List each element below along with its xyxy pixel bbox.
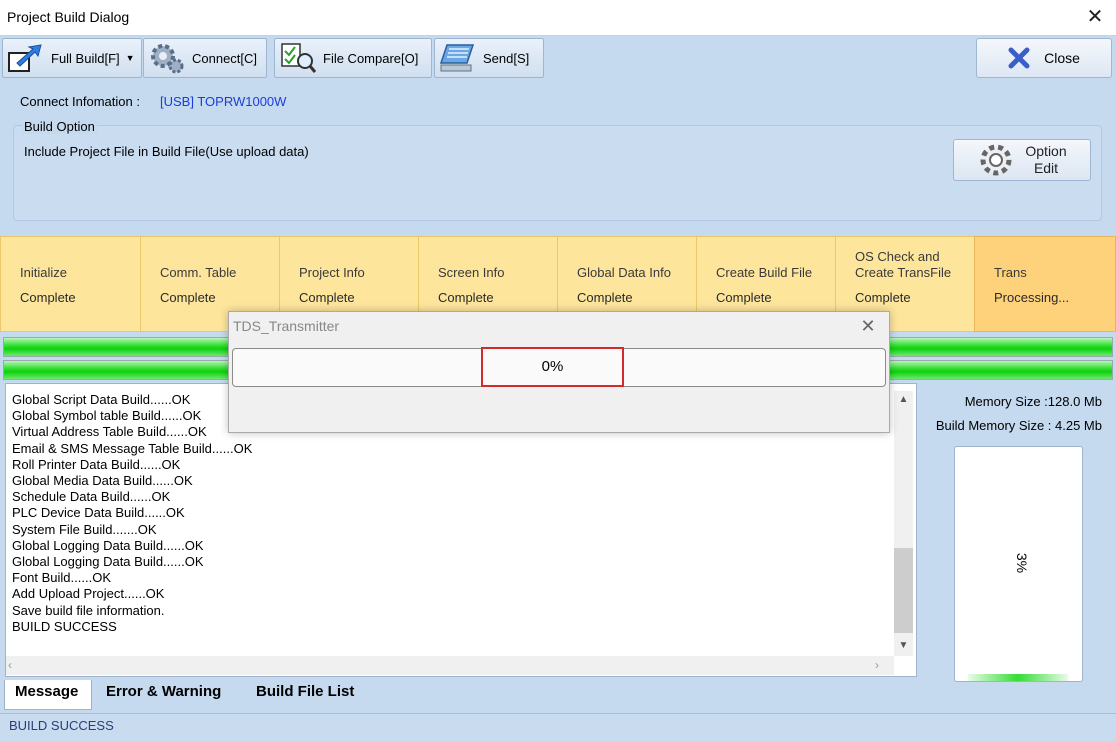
log-line: Virtual Address Table Build......OK [12, 424, 207, 440]
close-icon [1008, 47, 1030, 69]
connect-info-value: [USB] TOPRW1000W [160, 94, 287, 109]
full-build-icon [8, 44, 42, 72]
option-edit-label: Option Edit [1025, 143, 1066, 177]
build-memory-size: Build Memory Size : 4.25 Mb [935, 418, 1102, 433]
step-name: Create Build File [716, 265, 813, 280]
file-compare-button[interactable]: File Compare[O] [274, 38, 432, 78]
step-status: Complete [160, 290, 216, 305]
popup-close-icon[interactable]: ✕ [856, 314, 880, 338]
log-line: Add Upload Project......OK [12, 586, 165, 602]
scroll-left-icon[interactable]: ‹ [8, 656, 22, 675]
log-line: PLC Device Data Build......OK [12, 505, 185, 521]
scroll-right-icon[interactable]: › [875, 656, 889, 675]
status-text: BUILD SUCCESS [9, 718, 114, 733]
log-line: Global Logging Data Build......OK [12, 554, 204, 570]
log-line: Global Symbol table Build......OK [12, 408, 202, 424]
log-line: Font Build......OK [12, 570, 111, 586]
step-status: Complete [577, 290, 633, 305]
window-close-button[interactable]: ✕ [1082, 4, 1108, 30]
send-icon [439, 44, 475, 72]
scroll-up-icon[interactable]: ▲ [894, 391, 913, 408]
step-name: Project Info [299, 265, 365, 280]
step-name: Initialize [20, 265, 67, 280]
step-name: Global Data Info [577, 265, 671, 280]
step-name: Comm. Table [160, 265, 237, 280]
memory-percent: 3% [1014, 552, 1030, 574]
connect-label: Connect[C] [192, 50, 258, 66]
window-title: Project Build Dialog [7, 9, 130, 25]
close-label: Close [1044, 50, 1080, 66]
scroll-down-icon[interactable]: ▼ [894, 637, 913, 654]
tab-message[interactable]: Message [4, 680, 92, 710]
send-label: Send[S] [483, 50, 530, 66]
close-button[interactable]: Close [976, 38, 1112, 78]
transmit-progress-label: 0% [541, 358, 564, 375]
step-name: Screen Info [438, 265, 505, 280]
option-edit-line2: Edit [1033, 160, 1059, 176]
build-option-description: Include Project File in Build File(Use u… [24, 144, 309, 159]
step-status: Complete [299, 290, 355, 305]
log-line: System File Build.......OK [12, 521, 157, 537]
step-name: Trans [994, 265, 1027, 280]
gear-icon [151, 44, 184, 74]
file-compare-label: File Compare[O] [323, 50, 419, 66]
build-option-group [13, 125, 1102, 221]
popup-title: TDS_Transmitter [233, 318, 340, 334]
log-line: Roll Printer Data Build......OK [12, 456, 181, 472]
log-lines: Global Script Data Build......OK Global S… [12, 392, 252, 635]
step-name: OS Check and Create TransFile [855, 249, 951, 281]
tab-build-file-list[interactable]: Build File List [246, 680, 364, 710]
gear-icon [980, 144, 1012, 176]
tab-error-warning[interactable]: Error & Warning [96, 680, 231, 710]
full-build-button[interactable]: Full Build[F] ▼ [2, 38, 142, 78]
status-bar [0, 713, 1116, 741]
log-line: Global Script Data Build......OK [12, 392, 191, 407]
step-status: Complete [438, 290, 494, 305]
step-name-line1: OS Check and [855, 249, 940, 264]
memory-gauge-fill [968, 674, 1068, 681]
horizontal-scrollbar[interactable] [6, 656, 894, 675]
title-bar [0, 0, 1116, 36]
option-edit-button[interactable]: Option Edit [953, 139, 1091, 181]
send-button[interactable]: Send[S] [434, 38, 544, 78]
scrollbar-thumb[interactable] [894, 548, 913, 633]
full-build-label: Full Build[F] [51, 50, 120, 66]
step-status: Complete [20, 290, 76, 305]
log-line: Global Logging Data Build......OK [12, 537, 204, 553]
build-option-title: Build Option [22, 119, 97, 134]
step-initialize: Initialize Complete [0, 236, 141, 332]
option-edit-line1: Option [1025, 143, 1067, 159]
log-line: Schedule Data Build......OK [12, 489, 171, 505]
log-line: Global Media Data Build......OK [12, 473, 193, 489]
step-name-line2: Create TransFile [855, 265, 952, 280]
log-line: BUILD SUCCESS [12, 618, 117, 634]
memory-size: Memory Size :128.0 Mb [964, 394, 1102, 409]
chevron-down-icon[interactable]: ▼ [126, 53, 135, 63]
step-status: Complete [716, 290, 772, 305]
connect-button[interactable]: Connect[C] [143, 38, 267, 78]
step-status: Complete [855, 290, 911, 305]
log-line: Save build file information. [12, 602, 165, 618]
log-line: Email & SMS Message Table Build......OK [12, 440, 253, 456]
connect-info-label: Connect Infomation : [20, 94, 140, 109]
step-trans: Trans Processing... [974, 236, 1116, 332]
step-status: Processing... [994, 290, 1070, 305]
file-compare-icon [281, 43, 317, 73]
